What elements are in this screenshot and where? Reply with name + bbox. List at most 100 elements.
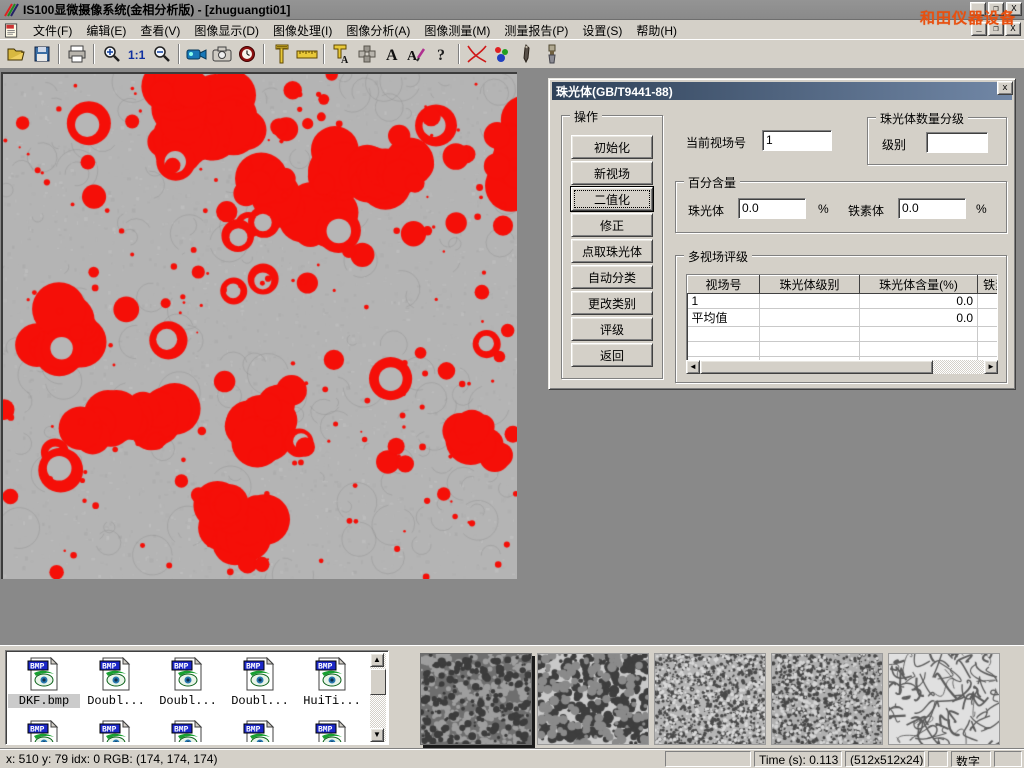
- thumbnail-strip: [420, 653, 1000, 745]
- menu-image-process[interactable]: 图像处理(I): [266, 20, 339, 41]
- file-item[interactable]: BMPHuiTi...: [296, 657, 368, 708]
- menu-file[interactable]: 文件(F): [26, 20, 79, 41]
- col-field-number[interactable]: 视场号: [688, 276, 760, 294]
- file-item[interactable]: BMP: [224, 720, 296, 742]
- file-item[interactable]: BMP: [152, 720, 224, 742]
- curve-tool-button[interactable]: [464, 42, 489, 66]
- grade-input[interactable]: [926, 132, 988, 153]
- open-button[interactable]: [4, 42, 29, 66]
- toolbar: 1:1: [0, 39, 1024, 68]
- scroll-thumb[interactable]: [370, 669, 386, 695]
- bmp-file-icon: BMP: [243, 720, 277, 742]
- zoom-in-icon: [103, 45, 121, 63]
- ruler-button[interactable]: [294, 42, 319, 66]
- file-item[interactable]: BMP: [8, 720, 80, 742]
- table-row[interactable]: 平均值 0.0: [688, 309, 999, 327]
- print-button[interactable]: [64, 42, 89, 66]
- scroll-up-icon[interactable]: ▲: [370, 653, 384, 667]
- col-pearlite-content[interactable]: 珠光体含量(%): [860, 276, 978, 294]
- file-item[interactable]: BMP DKF.bmp: [8, 657, 80, 708]
- current-field-input[interactable]: 1: [762, 130, 832, 151]
- measure-label-button[interactable]: A: [329, 42, 354, 66]
- thumbnail-3[interactable]: [654, 653, 766, 745]
- video-capture-button[interactable]: [184, 42, 209, 66]
- file-name: DKF.bmp: [8, 694, 80, 708]
- zoom-out-button[interactable]: [149, 42, 174, 66]
- operation-group: 操作 初始化 新视场 二值化 修正 点取珠光体 自动分类 更改类别 评级 返回: [561, 115, 663, 379]
- file-item[interactable]: BMPDoubl...: [80, 657, 152, 708]
- menu-report[interactable]: 测量报告(P): [497, 20, 575, 41]
- file-item[interactable]: BMP: [80, 720, 152, 742]
- svg-text:BMP: BMP: [318, 726, 333, 735]
- document-icon[interactable]: [4, 23, 20, 38]
- scroll-right-icon[interactable]: ►: [984, 360, 998, 374]
- thumbnail-4[interactable]: [771, 653, 883, 745]
- rating-table[interactable]: 视场号 珠光体级别 珠光体含量(%) 铁素体含量(%) 1 0.0 平均值 0.…: [686, 274, 998, 367]
- metallograph-image[interactable]: [1, 72, 517, 579]
- actual-size-button[interactable]: 1:1: [124, 42, 149, 66]
- text-tool-button[interactable]: A: [379, 42, 404, 66]
- file-list-scrollbar[interactable]: ▲ ▼: [370, 653, 386, 742]
- bmp-file-icon: BMP: [99, 720, 133, 742]
- auto-classify-button[interactable]: 自动分类: [571, 265, 653, 289]
- timer-button[interactable]: [234, 42, 259, 66]
- menu-edit[interactable]: 编辑(E): [79, 20, 133, 41]
- pen-icon: [521, 44, 533, 64]
- table-horizontal-scrollbar[interactable]: ◄ ►: [686, 360, 998, 374]
- grade-label: 级别: [882, 136, 906, 153]
- thumbnail-5[interactable]: [888, 653, 1000, 745]
- file-item[interactable]: BMP: [296, 720, 368, 742]
- change-class-button[interactable]: 更改类别: [571, 291, 653, 315]
- init-button[interactable]: 初始化: [571, 135, 653, 159]
- pick-pearlite-button[interactable]: 点取珠光体: [571, 239, 653, 263]
- menu-settings[interactable]: 设置(S): [575, 20, 629, 41]
- file-browser: BMPDKF.bmpBMPDoubl...BMPDoubl...BMPDoubl…: [5, 650, 389, 745]
- save-button[interactable]: [29, 42, 54, 66]
- menu-bar: 文件(F) 编辑(E) 查看(V) 图像显示(D) 图像处理(I) 图像分析(A…: [0, 21, 1024, 39]
- ferrite-input[interactable]: 0.0: [898, 198, 966, 219]
- status-time: Time (s): 0.113: [754, 751, 842, 767]
- pearlite-input[interactable]: 0.0: [738, 198, 806, 219]
- correct-button[interactable]: 修正: [571, 213, 653, 237]
- caliper-button[interactable]: [269, 42, 294, 66]
- pen-tool-button[interactable]: [514, 42, 539, 66]
- file-name: Doubl...: [152, 694, 224, 708]
- scroll-thumb[interactable]: [700, 360, 933, 374]
- menu-image-measure[interactable]: 图像测量(M): [417, 20, 497, 41]
- toolbar-separator: [458, 44, 460, 64]
- grid-tool-button[interactable]: [354, 42, 379, 66]
- camera-capture-button[interactable]: [209, 42, 234, 66]
- col-ferrite-content[interactable]: 铁素体含量(%): [978, 276, 999, 294]
- new-field-button[interactable]: 新视场: [571, 161, 653, 185]
- ferrite-percent-sign: %: [976, 202, 987, 216]
- status-bar: x: 510 y: 79 idx: 0 RGB: (174, 174, 174)…: [0, 748, 1024, 768]
- help-button[interactable]: ?: [429, 42, 454, 66]
- table-row[interactable]: 1 0.0: [688, 294, 999, 309]
- rate-button[interactable]: 评级: [571, 317, 653, 341]
- col-pearlite-grade[interactable]: 珠光体级别: [760, 276, 860, 294]
- particle-marker-button[interactable]: [489, 42, 514, 66]
- file-item[interactable]: BMPDoubl...: [152, 657, 224, 708]
- scroll-down-icon[interactable]: ▼: [370, 728, 384, 742]
- menu-image-display[interactable]: 图像显示(D): [187, 20, 266, 41]
- thumbnail-2[interactable]: [537, 653, 649, 745]
- binarize-button[interactable]: 二值化: [571, 187, 653, 211]
- dialog-title-bar[interactable]: 珠光体(GB/T9441-88): [552, 82, 1012, 100]
- thumbnail-1[interactable]: [420, 653, 532, 745]
- svg-text:BMP: BMP: [102, 663, 117, 672]
- svg-text:BMP: BMP: [30, 663, 45, 672]
- colored-dots-icon: [492, 45, 512, 63]
- annotate-tool-button[interactable]: A: [404, 42, 429, 66]
- zoom-in-button[interactable]: [99, 42, 124, 66]
- file-item[interactable]: BMPDoubl...: [224, 657, 296, 708]
- dialog-title: 珠光体(GB/T9441-88): [556, 83, 673, 100]
- brush-tool-button[interactable]: [539, 42, 564, 66]
- menu-help[interactable]: 帮助(H): [629, 20, 684, 41]
- return-button[interactable]: 返回: [571, 343, 653, 367]
- scroll-left-icon[interactable]: ◄: [686, 360, 700, 374]
- menu-view[interactable]: 查看(V): [133, 20, 187, 41]
- menu-image-analysis[interactable]: 图像分析(A): [339, 20, 417, 41]
- toolbar-separator: [93, 44, 95, 64]
- mdi-workspace: 珠光体(GB/T9441-88) x 操作 初始化 新视场 二值化 修正 点取珠…: [0, 68, 1024, 645]
- dialog-close-icon[interactable]: x: [997, 81, 1013, 95]
